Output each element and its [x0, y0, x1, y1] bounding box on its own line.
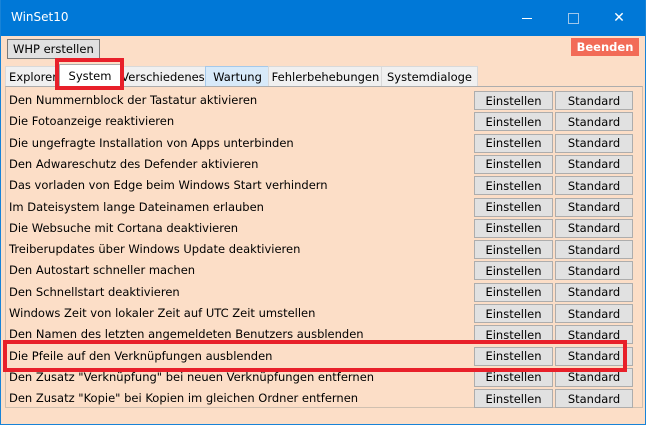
- setting-label: Die Websuche mit Cortana deaktivieren: [9, 220, 239, 235]
- close-icon: ✕: [613, 10, 625, 26]
- default-button[interactable]: Standard: [555, 389, 633, 409]
- set-button[interactable]: Einstellen: [474, 176, 553, 196]
- setting-row: Den Zusatz "Kopie" bei Kopien im gleiche…: [6, 387, 642, 409]
- setting-row: Das vorladen von Edge beim Windows Start…: [6, 174, 642, 196]
- tab-explorer[interactable]: Explorer: [5, 66, 61, 87]
- title-bar[interactable]: WinSet10 ✕: [1, 0, 645, 36]
- setting-label: Den Nummernblock der Tastatur aktivieren: [9, 93, 258, 107]
- app-window: WinSet10 ✕ WHP erstellen Beenden Explore…: [0, 0, 646, 425]
- setting-label: Windows Zeit von lokaler Zeit auf UTC Ze…: [9, 306, 316, 320]
- set-button[interactable]: Einstellen: [474, 240, 553, 260]
- tab-verschiedenes[interactable]: Verschiedenes: [119, 66, 207, 87]
- row-highlight-box: [3, 340, 627, 372]
- tab-fehlerbehebungen[interactable]: Fehlerbehebungen: [268, 66, 383, 87]
- setting-row: Den Adwareschutz des Defender aktivieren…: [6, 153, 642, 174]
- setting-row: Die ungefragte Installation von Apps unt…: [6, 132, 642, 153]
- default-button[interactable]: Standard: [555, 154, 633, 174]
- minimize-button[interactable]: [504, 0, 550, 36]
- setting-row: Windows Zeit von lokaler Zeit auf UTC Ze…: [6, 302, 642, 323]
- default-button[interactable]: Standard: [555, 304, 633, 323]
- close-button[interactable]: ✕: [596, 0, 642, 36]
- set-button[interactable]: Einstellen: [474, 154, 553, 174]
- default-button[interactable]: Standard: [555, 133, 633, 153]
- setting-label: Den Autostart schneller machen: [9, 263, 196, 278]
- set-button[interactable]: Einstellen: [474, 389, 553, 409]
- set-button[interactable]: Einstellen: [474, 133, 553, 153]
- set-button[interactable]: Einstellen: [474, 282, 553, 302]
- window-title: WinSet10: [11, 10, 69, 24]
- set-button[interactable]: Einstellen: [474, 304, 553, 323]
- whp-create-button[interactable]: WHP erstellen: [7, 39, 100, 59]
- default-button[interactable]: Standard: [555, 197, 633, 217]
- setting-label: Die Fotoanzeige reaktivieren: [9, 114, 175, 129]
- setting-row: Die Fotoanzeige reaktivieren Einstellen …: [6, 110, 642, 132]
- set-button[interactable]: Einstellen: [474, 112, 553, 132]
- setting-row: Im Dateisystem lange Dateinamen erlauben…: [6, 196, 642, 217]
- set-button[interactable]: Einstellen: [474, 261, 553, 281]
- exit-button[interactable]: Beenden: [571, 38, 639, 56]
- default-button[interactable]: Standard: [555, 261, 633, 281]
- minimize-icon: [522, 17, 532, 19]
- default-button[interactable]: Standard: [555, 112, 633, 132]
- set-button[interactable]: Einstellen: [474, 197, 553, 217]
- default-button[interactable]: Standard: [555, 218, 633, 238]
- tab-systemdialoge[interactable]: Systemdialoge: [381, 66, 478, 87]
- setting-row: Den Autostart schneller machen Einstelle…: [6, 259, 642, 281]
- setting-row: Den Schnellstart deaktivieren Einstellen…: [6, 281, 642, 302]
- setting-label: Den Schnellstart deaktivieren: [9, 284, 180, 299]
- setting-row: Die Websuche mit Cortana deaktivieren Ei…: [6, 217, 642, 238]
- setting-row: Den Nummernblock der Tastatur aktivieren…: [6, 89, 642, 110]
- tab-wartung[interactable]: Wartung: [205, 66, 270, 87]
- setting-label: Das vorladen von Edge beim Windows Start…: [9, 178, 328, 193]
- setting-label: Die ungefragte Installation von Apps unt…: [9, 135, 294, 150]
- setting-row: Treiberupdates über Windows Update deakt…: [6, 238, 642, 260]
- tab-highlight-box: [55, 58, 124, 90]
- set-button[interactable]: Einstellen: [474, 91, 553, 110]
- default-button[interactable]: Standard: [555, 176, 633, 196]
- default-button[interactable]: Standard: [555, 240, 633, 260]
- setting-label: Den Zusatz "Kopie" bei Kopien im gleiche…: [9, 391, 359, 406]
- set-button[interactable]: Einstellen: [474, 218, 553, 238]
- maximize-icon: [567, 12, 579, 24]
- default-button[interactable]: Standard: [555, 282, 633, 302]
- default-button[interactable]: Standard: [555, 91, 633, 110]
- setting-label: Treiberupdates über Windows Update deakt…: [9, 242, 301, 257]
- maximize-button[interactable]: [550, 0, 596, 36]
- setting-label: Im Dateisystem lange Dateinamen erlauben: [9, 199, 264, 214]
- setting-label: Den Adwareschutz des Defender aktivieren: [9, 156, 259, 171]
